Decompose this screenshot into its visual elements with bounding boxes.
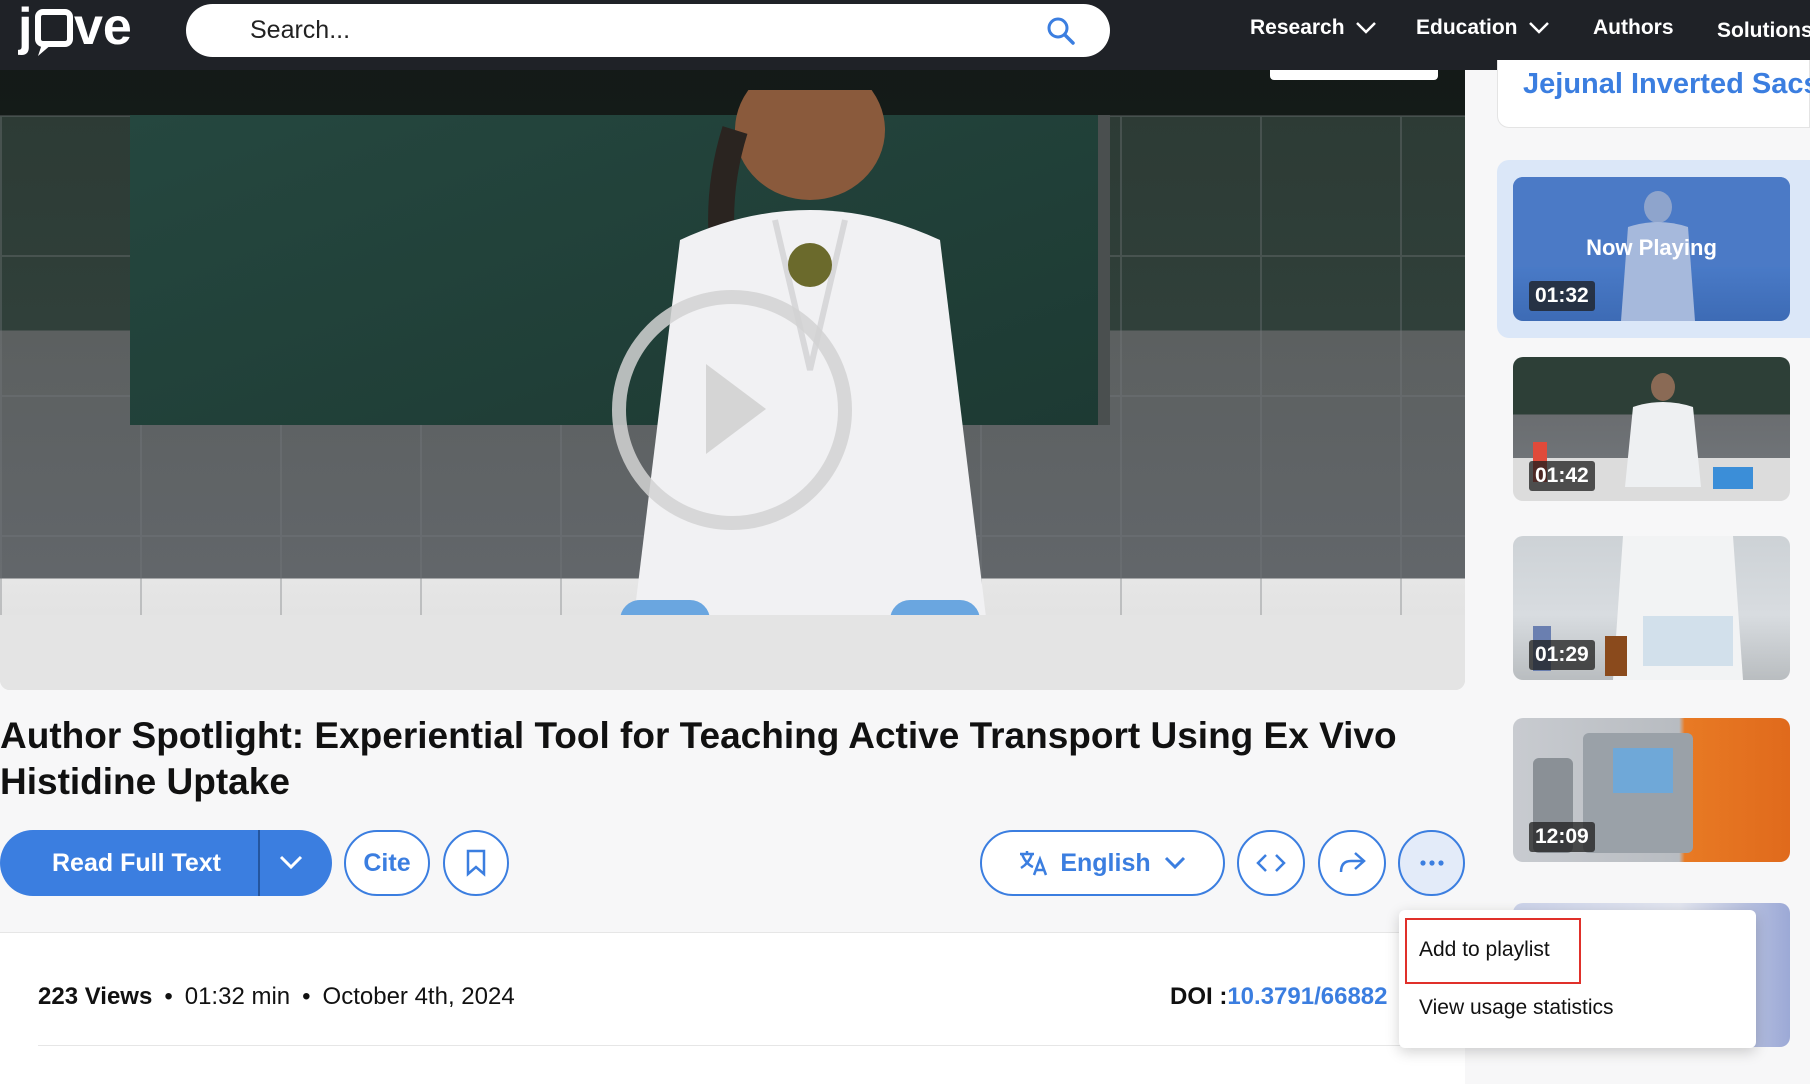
search-icon[interactable] (1046, 16, 1076, 46)
bookmark-icon (466, 849, 486, 877)
publish-date: October 4th, 2024 (322, 983, 515, 1010)
menu-item-view-usage-statistics[interactable]: View usage statistics (1419, 996, 1614, 1020)
video-duration-badge: 12:09 (1529, 822, 1595, 852)
chevron-down-icon (1528, 22, 1549, 34)
playlist-video-4[interactable]: 12:09 (1513, 718, 1790, 862)
nav-authors-label: Authors (1593, 16, 1674, 39)
video-duration: 01:32 min (184, 983, 291, 1010)
play-icon (706, 364, 766, 454)
nav-solutions[interactable]: Solutions (1717, 19, 1810, 43)
language-selector[interactable]: English (980, 830, 1225, 896)
translate-icon (1020, 851, 1048, 876)
bookmark-button[interactable] (443, 830, 509, 896)
doi-link[interactable]: 10.3791/66882 (1227, 983, 1387, 1010)
search-input[interactable] (250, 4, 1010, 57)
search-bar (186, 4, 1110, 57)
video-duration-badge: 01:29 (1529, 640, 1595, 670)
nav-solutions-label: Solutions (1717, 19, 1810, 42)
language-label: English (1060, 848, 1151, 877)
playlist-video-1[interactable]: Now Playing 01:32 (1513, 177, 1790, 321)
video-info-card: 223 Views • 01:32 min • October 4th, 2024 DO… (0, 932, 1465, 1084)
related-article-card[interactable]: Jejunal Inverted Sacs (1497, 60, 1810, 128)
read-full-text-label: Read Full Text (52, 849, 222, 877)
nav-research[interactable]: Research (1250, 16, 1377, 40)
svg-text:ve: ve (74, 0, 132, 56)
chevron-down-icon[interactable] (278, 854, 304, 872)
read-full-text-button[interactable]: Read Full Text (0, 830, 332, 896)
nav-authors[interactable]: Authors (1593, 16, 1674, 40)
chevron-down-icon (1164, 856, 1185, 870)
divider (38, 1045, 1438, 1046)
video-overlay-button[interactable] (1270, 70, 1438, 80)
lab-bench (0, 615, 1465, 690)
video-duration-badge: 01:42 (1529, 461, 1595, 491)
article-title: Author Spotlight: Experiential Tool for … (0, 715, 1397, 802)
chevron-down-icon (1355, 22, 1376, 34)
nav-education-label: Education (1416, 16, 1518, 39)
cite-button[interactable]: Cite (344, 830, 430, 896)
svg-text:j: j (18, 0, 32, 56)
video-player[interactable] (0, 70, 1465, 690)
button-divider (258, 830, 260, 896)
embed-button[interactable] (1237, 830, 1305, 896)
nav-education[interactable]: Education (1416, 16, 1550, 40)
more-options-menu: Add to playlist View usage statistics (1399, 910, 1756, 1048)
code-icon (1256, 854, 1286, 872)
more-icon (1419, 860, 1444, 866)
video-duration-badge: 01:32 (1529, 281, 1595, 311)
related-article-title: Jejunal Inverted Sacs (1523, 68, 1810, 100)
views-count: 223 Views (38, 983, 153, 1010)
menu-item-add-to-playlist[interactable]: Add to playlist (1419, 938, 1550, 962)
share-icon (1339, 852, 1366, 873)
jove-logo[interactable]: j ve (18, 0, 158, 66)
doi: DOI :10.3791/66882 (1170, 983, 1388, 1011)
cite-label: Cite (363, 848, 411, 877)
playlist-video-2[interactable]: 01:42 (1513, 357, 1790, 501)
play-button[interactable] (612, 290, 852, 530)
doi-label: DOI : (1170, 983, 1228, 1010)
now-playing-label: Now Playing (1586, 235, 1717, 260)
nav-research-label: Research (1250, 16, 1345, 39)
share-button[interactable] (1318, 830, 1386, 896)
video-meta: 223 Views • 01:32 min • October 4th, 2024 (38, 983, 515, 1010)
playlist-video-3[interactable]: 01:29 (1513, 536, 1790, 680)
more-options-button[interactable] (1398, 830, 1465, 896)
